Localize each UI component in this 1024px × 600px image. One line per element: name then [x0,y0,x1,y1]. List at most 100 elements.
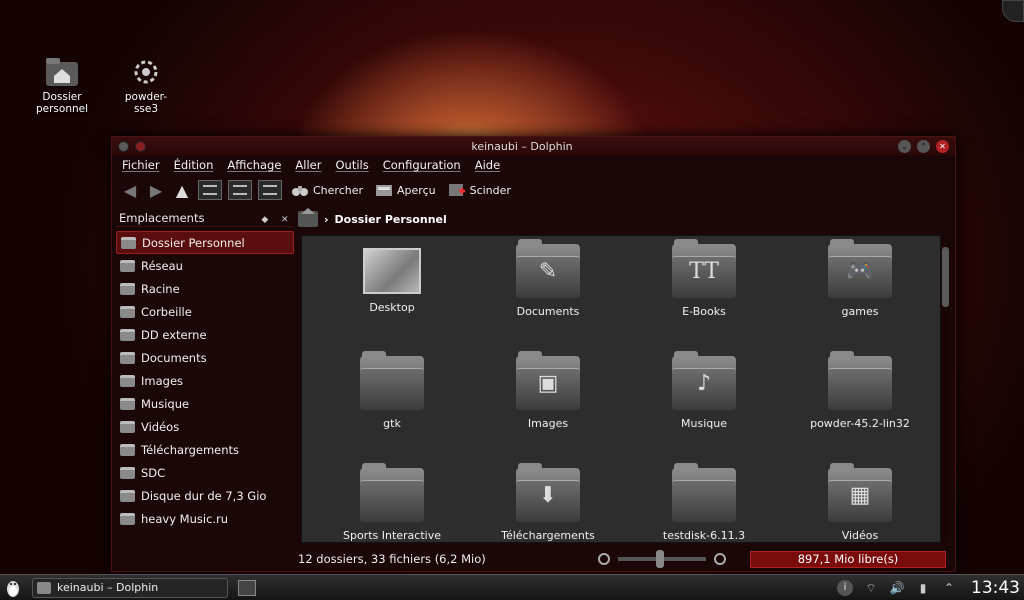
breadcrumb-current[interactable]: Dossier Personnel [335,213,447,226]
menu-aller[interactable]: Aller [295,158,321,172]
desktop-icon-powder[interactable]: powder-sse3 [114,56,178,115]
file-item-documents[interactable]: ✎ Documents [470,239,626,356]
menu-affichage[interactable]: Affichage [227,158,281,172]
binoculars-icon [292,186,308,196]
forward-arrow-icon[interactable]: ▶ [146,180,166,200]
menu-outils[interactable]: Outils [335,158,368,172]
file-item-telechargements[interactable]: ⬇ Téléchargements [470,463,626,542]
close-button[interactable]: ✕ [936,139,949,153]
place-item-telechargements[interactable]: Téléchargements [116,438,294,461]
titlebar[interactable]: keinaubi – Dolphin ⌄ ⌃ ✕ [112,137,955,155]
tux-launcher-icon[interactable] [0,576,26,600]
details-view-button[interactable] [228,180,252,200]
icons-view-button[interactable] [198,180,222,200]
file-item-images[interactable]: ▣ Images [470,351,626,468]
battery-icon[interactable]: ▮ [915,580,931,596]
place-item-dd-externe[interactable]: DD externe [116,323,294,346]
desktop-icon-label: Dossier personnel [35,91,89,115]
minimize-button[interactable]: ⌄ [898,139,911,153]
file-view[interactable]: Desktop ✎ Documents TT E-Books 🎮 games g… [301,235,941,543]
toolbar: ◀ ▶ ▲ Chercher Aperçu Scinder [112,175,955,205]
free-space-bar: 897,1 Mio libre(s) [750,550,946,568]
sticky-icon[interactable] [135,140,146,152]
place-item-heavy-music[interactable]: heavy Music.ru [116,507,294,530]
menu-edition[interactable]: Édition [174,158,214,172]
taskbar: keinaubi – Dolphin i ⌔ 🔊 ▮ ⌃ 13:43 [0,574,1024,600]
volume-icon[interactable]: 🔊 [889,580,905,596]
dolphin-icon [37,581,51,594]
zoom-slider[interactable] [618,550,706,568]
file-item-musique[interactable]: ♪ Musique [626,351,782,468]
desktop-toolbox-button[interactable] [1002,0,1024,22]
system-tray: i ⌔ 🔊 ▮ ⌃ 13:43 [837,578,1024,598]
drive-icon [120,328,135,341]
drive-icon [120,512,135,525]
menubar: Fichier Édition Affichage Aller Outils C… [112,155,955,175]
desktop-icon-home[interactable]: Dossier personnel [30,56,94,115]
file-item-desktop[interactable]: Desktop [314,244,470,356]
zoom-out-icon[interactable] [598,553,610,565]
place-item-images[interactable]: Images [116,369,294,392]
task-dolphin[interactable]: keinaubi – Dolphin [32,577,228,598]
folder-ebooks-icon: TT [672,239,736,298]
window-title: keinaubi – Dolphin [471,139,573,153]
maximize-button[interactable]: ⌃ [917,139,930,153]
file-item-videos[interactable]: ▦ Vidéos [782,463,938,542]
place-item-musique[interactable]: Musique [116,392,294,415]
trash-icon [120,305,135,318]
window-menu-icon[interactable] [118,140,129,152]
hard-disk-icon [120,489,135,502]
info-icon[interactable]: i [837,579,853,596]
preview-icon [376,185,393,196]
place-item-documents[interactable]: Documents [116,346,294,369]
zoom-in-icon[interactable] [714,553,726,565]
back-arrow-icon[interactable]: ◀ [120,180,140,200]
place-item-racine[interactable]: Racine [116,277,294,300]
clock[interactable]: 13:43 [971,578,1020,598]
folder-icon [672,463,736,522]
close-panel-icon[interactable]: ✕ [281,215,291,225]
menu-fichier[interactable]: Fichier [122,158,160,172]
file-item-gtk[interactable]: gtk [314,351,470,468]
place-item-disque-dur[interactable]: Disque dur de 7,3 Gio [116,484,294,507]
desktop-pager[interactable] [238,579,256,596]
network-icon [120,259,135,272]
place-item-dossier-personnel[interactable]: Dossier Personnel [116,231,294,254]
chevron-up-icon[interactable]: ⌃ [941,580,957,596]
place-item-videos[interactable]: Vidéos [116,415,294,438]
places-panel-header: Emplacements ◆ ✕ [116,209,294,227]
menu-configuration[interactable]: Configuration [383,158,461,172]
split-button[interactable]: Scinder [445,179,514,201]
desktop-folder-icon [363,248,421,294]
folder-downloads-icon: ⬇ [516,463,580,522]
file-item-testdisk[interactable]: testdisk-6.11.3 [626,463,782,542]
statusbar: 12 dossiers, 33 fichiers (6,2 Mio) 897,1… [298,549,953,569]
file-item-sports-interactive[interactable]: Sports Interactive [314,463,470,542]
preview-button[interactable]: Aperçu [372,179,439,201]
wifi-icon[interactable]: ⌔ [863,580,879,596]
float-icon[interactable]: ◆ [261,215,271,225]
places-list: Dossier Personnel Réseau Racine Corbeill… [116,231,294,530]
search-button[interactable]: Chercher [288,179,366,201]
file-item-powder[interactable]: powder-45.2-lin32 [782,351,938,468]
chevron-right-icon[interactable]: › [324,213,329,226]
status-summary: 12 dossiers, 33 fichiers (6,2 Mio) [298,552,486,566]
videos-icon [120,420,135,433]
home-icon[interactable] [298,208,318,227]
home-folder-icon [44,56,80,88]
music-icon [120,397,135,410]
vertical-scrollbar[interactable] [942,235,949,543]
folder-games-icon: 🎮 [828,239,892,298]
file-item-ebooks[interactable]: TT E-Books [626,239,782,356]
menu-aide[interactable]: Aide [475,158,500,172]
columns-view-button[interactable] [258,180,282,200]
zoom-slider-handle[interactable] [656,550,664,568]
file-item-games[interactable]: 🎮 games [782,239,938,356]
place-item-sdc[interactable]: SDC [116,461,294,484]
folder-icon [828,351,892,410]
place-item-corbeille[interactable]: Corbeille [116,300,294,323]
up-arrow-icon[interactable]: ▲ [172,180,192,200]
place-item-reseau[interactable]: Réseau [116,254,294,277]
scrollbar-thumb[interactable] [942,247,949,307]
folder-music-icon: ♪ [672,351,736,410]
